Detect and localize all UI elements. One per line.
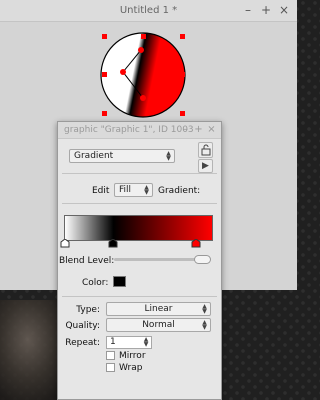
wrap-checkbox[interactable] <box>106 363 115 372</box>
chevron-updown-icon: ▲ ▼ <box>166 150 171 162</box>
palette-titlebar[interactable]: graphic "Graphic 1", ID 1003 – + × <box>58 122 221 139</box>
mirror-label: Mirror <box>119 351 146 361</box>
close-icon[interactable]: × <box>206 123 217 137</box>
blend-level-slider-thumb[interactable] <box>194 255 211 264</box>
gradient-vector-handle[interactable] <box>140 95 146 101</box>
gradient-vector-handle[interactable] <box>120 69 126 75</box>
divider <box>62 173 217 174</box>
type-label: Type: <box>76 305 100 315</box>
gradient-stop-white[interactable] <box>60 239 70 248</box>
type-value: Linear <box>144 304 173 314</box>
quality-dropdown[interactable]: Normal ▲ ▼ <box>106 318 211 332</box>
selection-handle[interactable] <box>180 111 185 116</box>
minimize-icon[interactable]: – <box>241 3 255 17</box>
fill-style-dropdown[interactable]: Gradient ▲ ▼ <box>69 149 175 163</box>
repeat-stepper[interactable]: 1 ▲ ▼ <box>106 336 152 349</box>
lock-icon[interactable] <box>198 142 213 158</box>
quality-value: Normal <box>142 320 175 330</box>
gradient-label: Gradient: <box>158 186 201 196</box>
edit-target-dropdown[interactable]: Fill ▲ ▼ <box>114 183 153 197</box>
chevron-updown-icon: ▲ ▼ <box>143 336 149 348</box>
gradient-stop-red[interactable] <box>191 239 201 248</box>
edit-label: Edit <box>92 186 110 196</box>
color-label: Color: <box>82 278 109 288</box>
selection-handle[interactable] <box>102 72 107 77</box>
selection-handle[interactable] <box>180 34 185 39</box>
selection-handle[interactable] <box>102 111 107 116</box>
wrap-label: Wrap <box>119 363 143 373</box>
repeat-label: Repeat: <box>65 338 100 348</box>
property-inspector-palette: graphic "Graphic 1", ID 1003 – + × Gradi… <box>57 121 222 400</box>
maximize-icon[interactable]: + <box>259 3 273 17</box>
palette-title: graphic "Graphic 1", ID 1003 <box>64 125 194 135</box>
selection-handle[interactable] <box>102 34 107 39</box>
chevron-updown-icon: ▲ ▼ <box>144 184 149 196</box>
play-icon[interactable]: ▶ <box>198 159 213 173</box>
blend-level-label: Blend Level: <box>59 256 115 266</box>
quality-label: Quality: <box>65 321 100 331</box>
gradient-vector-handle[interactable] <box>138 47 144 53</box>
gradient-stop-black[interactable] <box>108 239 118 248</box>
selection-handle[interactable] <box>141 34 146 39</box>
mirror-checkbox[interactable] <box>106 351 115 360</box>
chevron-updown-icon: ▲ ▼ <box>202 303 207 315</box>
fill-style-value: Gradient <box>74 151 114 161</box>
maximize-icon[interactable]: + <box>193 123 204 137</box>
repeat-value: 1 <box>110 337 116 347</box>
color-swatch[interactable] <box>113 276 126 287</box>
selection-handle[interactable] <box>180 72 185 77</box>
type-dropdown[interactable]: Linear ▲ ▼ <box>106 302 211 316</box>
divider <box>62 296 217 297</box>
gradient-ramp-editor[interactable] <box>64 215 213 241</box>
chevron-updown-icon: ▲ ▼ <box>202 319 207 331</box>
main-titlebar[interactable]: Untitled 1 * – + × <box>0 0 297 22</box>
edit-target-value: Fill <box>119 185 132 195</box>
close-icon[interactable]: × <box>277 3 291 17</box>
minimize-icon[interactable]: – <box>180 123 191 137</box>
divider <box>62 203 217 204</box>
gradient-circle-graphic[interactable] <box>100 32 186 118</box>
